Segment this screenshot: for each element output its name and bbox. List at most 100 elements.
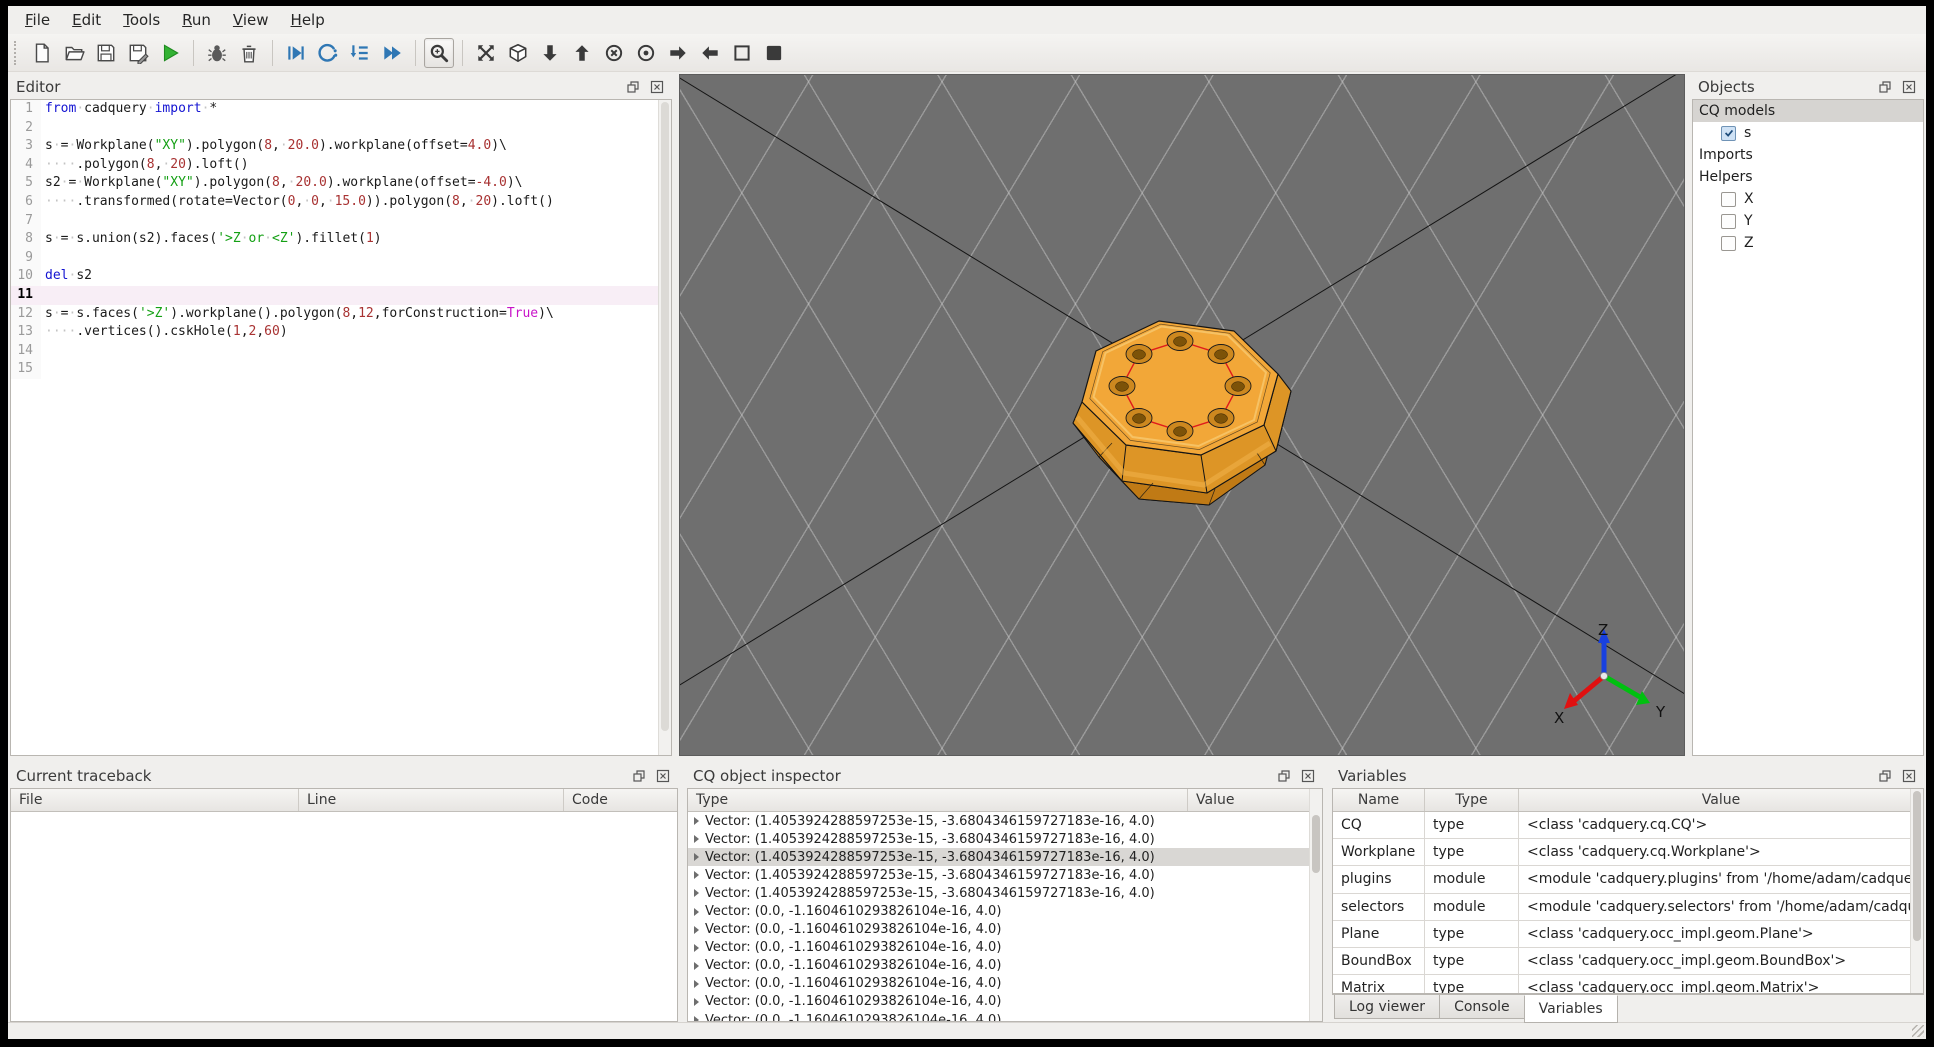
- variable-row[interactable]: CQ type <class 'cadquery.cq.CQ'>: [1333, 812, 1923, 840]
- delete-button[interactable]: [234, 38, 264, 68]
- open-file-button[interactable]: [59, 38, 89, 68]
- expand-triangle-icon[interactable]: [694, 853, 699, 862]
- inspector-row[interactable]: Vector: (0.0, -1.1604610293826104e-16, 4…: [688, 921, 1322, 939]
- splitter-handle[interactable]: [678, 763, 687, 1022]
- inspector-row[interactable]: Vector: (0.0, -1.1604610293826104e-16, 4…: [688, 957, 1322, 975]
- inspector-row[interactable]: Vector: (1.4053924288597253e-15, -3.6804…: [688, 812, 1322, 830]
- menu-tools[interactable]: Tools: [112, 7, 171, 33]
- inspector-row[interactable]: Vector: (0.0, -1.1604610293826104e-16, 4…: [688, 1011, 1322, 1021]
- iso-view-button[interactable]: [503, 38, 533, 68]
- code-line[interactable]: 4 ····.polygon(8,·20).loft(): [11, 155, 671, 175]
- shaded-button[interactable]: [759, 38, 789, 68]
- code-line[interactable]: 14: [11, 341, 671, 361]
- float-panel-icon[interactable]: [1876, 79, 1894, 95]
- inspector-row[interactable]: Vector: (0.0, -1.1604610293826104e-16, 4…: [688, 993, 1322, 1011]
- expand-triangle-icon[interactable]: [694, 817, 699, 826]
- code-line[interactable]: 15: [11, 360, 671, 379]
- code-line[interactable]: 8 s·=·s.union(s2).faces('>Z·or·<Z').fille…: [11, 230, 671, 249]
- inspector-row[interactable]: Vector: (1.4053924288597253e-15, -3.6804…: [688, 884, 1322, 902]
- editor-scrollbar[interactable]: [658, 100, 671, 755]
- debug-button[interactable]: [202, 38, 232, 68]
- toggle-zoom-button[interactable]: [424, 37, 454, 68]
- step-next-button[interactable]: [345, 38, 375, 68]
- view-right-button[interactable]: [663, 38, 693, 68]
- expand-triangle-icon[interactable]: [694, 835, 699, 844]
- code-line[interactable]: 11: [11, 285, 671, 305]
- menu-file[interactable]: File: [14, 7, 61, 33]
- inspector-row[interactable]: Vector: (1.4053924288597253e-15, -3.6804…: [688, 866, 1322, 884]
- inspector-row[interactable]: Vector: (0.0, -1.1604610293826104e-16, 4…: [688, 902, 1322, 920]
- close-panel-icon[interactable]: [1900, 79, 1918, 95]
- tab-log-viewer[interactable]: Log viewer: [1334, 995, 1441, 1019]
- float-panel-icon[interactable]: [1275, 768, 1293, 784]
- variable-row[interactable]: plugins module <module 'cadquery.plugins' …: [1333, 866, 1923, 894]
- variable-row[interactable]: selectors module <module 'cadquery.selecto…: [1333, 893, 1923, 921]
- code-line[interactable]: 2: [11, 118, 671, 138]
- new-file-button[interactable]: [27, 38, 57, 68]
- float-panel-icon[interactable]: [624, 79, 642, 95]
- code-line[interactable]: 5 s2·=·Workplane("XY").polygon(8,·20.0).w…: [11, 174, 671, 193]
- column-header[interactable]: Code: [564, 789, 677, 811]
- menu-run[interactable]: Run: [171, 7, 222, 33]
- code-line[interactable]: 3 s·=·Workplane("XY").polygon(8,·20.0).wo…: [11, 137, 671, 156]
- splitter-handle[interactable]: [1323, 763, 1332, 1022]
- inspector-row[interactable]: Vector: (1.4053924288597253e-15, -3.6804…: [688, 848, 1322, 867]
- view-front-button[interactable]: [599, 38, 629, 68]
- column-header[interactable]: Value: [1519, 789, 1923, 811]
- inspector-row[interactable]: Vector: (0.0, -1.1604610293826104e-16, 4…: [688, 975, 1322, 993]
- view-bottom-button[interactable]: [535, 38, 565, 68]
- code-line[interactable]: 13 ····.vertices().cskHole(1,2,60): [11, 323, 671, 342]
- continue-button[interactable]: [377, 38, 407, 68]
- float-panel-icon[interactable]: [1876, 768, 1894, 784]
- resize-grip[interactable]: [1912, 1025, 1924, 1037]
- tree-item-s[interactable]: s: [1693, 122, 1923, 144]
- save-button[interactable]: [91, 38, 121, 68]
- menu-edit[interactable]: Edit: [61, 7, 112, 33]
- 3d-viewport[interactable]: Z X Y: [679, 74, 1685, 756]
- variable-row[interactable]: Matrix type <class 'cadquery.occ_impl.geom…: [1333, 975, 1923, 993]
- expand-triangle-icon[interactable]: [694, 925, 699, 934]
- tree-item-cq-models[interactable]: CQ models: [1693, 100, 1923, 122]
- expand-triangle-icon[interactable]: [694, 979, 699, 988]
- tab-variables[interactable]: Variables: [1523, 995, 1618, 1023]
- splitter-handle[interactable]: [672, 74, 679, 756]
- variable-row[interactable]: BoundBox type <class 'cadquery.occ_impl.ge…: [1333, 947, 1923, 976]
- variables-scrollbar[interactable]: [1910, 789, 1923, 993]
- toolbar-drag-handle[interactable]: [14, 40, 21, 65]
- variable-row[interactable]: Workplane type <class 'cadquery.cq.Workpla…: [1333, 839, 1923, 867]
- save-as-button[interactable]: [123, 38, 153, 68]
- column-header[interactable]: Line: [299, 789, 564, 811]
- code-line[interactable]: 10 del·s2: [11, 267, 671, 286]
- view-top-button[interactable]: [567, 38, 597, 68]
- tree-item-x[interactable]: X: [1693, 188, 1923, 210]
- splitter-handle[interactable]: [1685, 74, 1692, 756]
- view-back-button[interactable]: [631, 38, 661, 68]
- code-line[interactable]: 6 ····.transformed(rotate=Vector(0,·0,·15…: [11, 192, 671, 212]
- tree-item-y[interactable]: Y: [1693, 210, 1923, 232]
- menu-view[interactable]: View: [222, 7, 280, 33]
- expand-triangle-icon[interactable]: [694, 907, 699, 916]
- step-in-button[interactable]: [313, 38, 343, 68]
- column-header[interactable]: Name: [1333, 789, 1425, 811]
- code-editor[interactable]: 1 from·cadquery·import·* 2 3 s·=·Workplane("…: [10, 99, 672, 756]
- visibility-checkbox[interactable]: [1721, 125, 1736, 141]
- tree-item-imports[interactable]: Imports: [1693, 144, 1923, 166]
- close-panel-icon[interactable]: [1299, 768, 1317, 784]
- close-panel-icon[interactable]: [648, 79, 666, 95]
- inspector-row[interactable]: Vector: (0.0, -1.1604610293826104e-16, 4…: [688, 939, 1322, 957]
- expand-triangle-icon[interactable]: [694, 943, 699, 952]
- column-header[interactable]: Type: [688, 789, 1188, 811]
- visibility-checkbox[interactable]: [1721, 213, 1736, 229]
- code-line[interactable]: 1 from·cadquery·import·*: [11, 100, 671, 119]
- tree-item-z[interactable]: Z: [1693, 232, 1923, 254]
- code-line[interactable]: 7: [11, 211, 671, 231]
- column-header[interactable]: Value: [1188, 789, 1322, 811]
- expand-triangle-icon[interactable]: [694, 871, 699, 880]
- wireframe-button[interactable]: [727, 38, 757, 68]
- inspector-scrollbar[interactable]: [1309, 789, 1322, 1021]
- menu-help[interactable]: Help: [280, 7, 336, 33]
- expand-triangle-icon[interactable]: [694, 889, 699, 898]
- column-header[interactable]: File: [11, 789, 299, 811]
- fit-view-button[interactable]: [471, 38, 501, 68]
- visibility-checkbox[interactable]: [1721, 235, 1736, 251]
